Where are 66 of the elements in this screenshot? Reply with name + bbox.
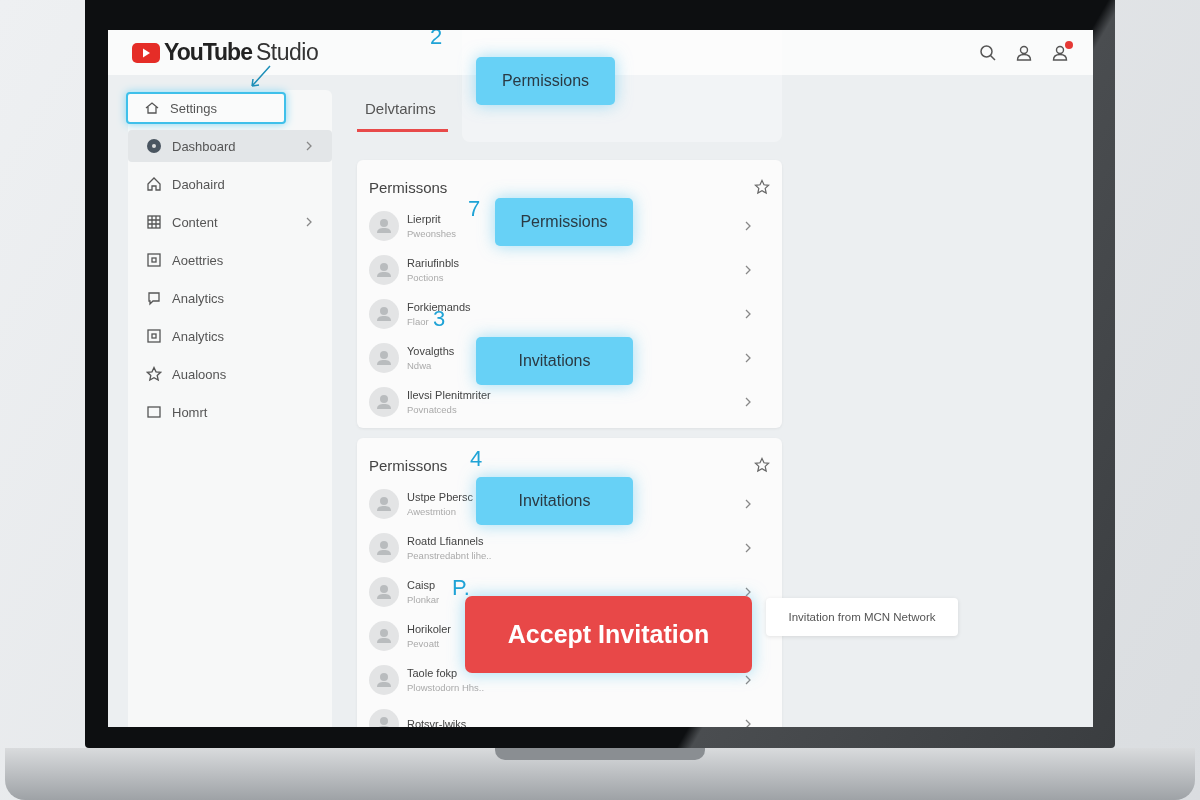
avatar-icon: [369, 621, 399, 651]
sidebar-item[interactable]: Homrt: [128, 396, 332, 428]
sidebar-item[interactable]: Dashboard: [128, 130, 332, 162]
row-subtitle: Ndwa: [407, 360, 432, 371]
disc-icon: [146, 138, 162, 154]
sidebar-item[interactable]: Analytics: [128, 320, 332, 352]
step-number: 4: [470, 446, 483, 472]
avatar-icon: [369, 489, 399, 519]
sidebar-item[interactable]: Settings: [126, 92, 286, 124]
avatar-icon: [369, 211, 399, 241]
frame-icon: [146, 328, 162, 344]
row-subtitle: Flaor: [407, 316, 429, 327]
row-title: Caisp: [407, 579, 436, 591]
tab[interactable]: Delvtarims: [357, 100, 448, 132]
search-icon[interactable]: [979, 43, 997, 62]
row-subtitle: Awestmtion: [407, 506, 456, 517]
row-subtitle: Plowstodorn Hhs..: [407, 682, 485, 693]
sidebar-item[interactable]: Aualoons: [128, 358, 332, 390]
step-number: 7: [468, 196, 481, 222]
user-icon[interactable]: [1015, 43, 1033, 62]
callout-button[interactable]: Permissions: [476, 57, 615, 105]
tooltip: Invitation from MCN Network: [766, 598, 958, 636]
avatar-icon: [369, 533, 399, 563]
logo-text: YouTube: [164, 39, 252, 66]
avatar-icon: [369, 255, 399, 285]
row-title: Horikoler: [407, 623, 451, 635]
row-subtitle: Pevoatt: [407, 638, 440, 649]
callout-button[interactable]: Permissions: [495, 198, 633, 246]
row-title: Taole fokp: [407, 667, 458, 679]
row-title: Roatd Lfiannels: [407, 535, 484, 547]
sidebar-item[interactable]: Content: [128, 206, 332, 238]
avatar-icon: [369, 577, 399, 607]
avatar-icon: [369, 665, 399, 695]
star-icon[interactable]: [754, 457, 770, 473]
chat-icon: [146, 290, 162, 306]
row-subtitle: Poctions: [407, 272, 444, 283]
card-title: Permissons: [369, 456, 448, 474]
accept-button[interactable]: Accept Invitation: [465, 596, 752, 673]
row-subtitle: Peanstredabnt lihe..: [407, 550, 492, 561]
row-subtitle: Pweonshes: [407, 228, 457, 239]
row-subtitle: Povnatceds: [407, 404, 457, 415]
row-title: Rariufinbls: [407, 257, 459, 269]
row-title: Ilevsi Plenitmriter: [407, 389, 491, 401]
square-icon: [146, 404, 162, 420]
grid-icon: [146, 214, 162, 230]
card-title: Permissons: [369, 178, 448, 196]
avatar-icon: [369, 299, 399, 329]
logo-suffix: Studio: [255, 39, 319, 66]
sidebar-item[interactable]: Daohaird: [128, 168, 332, 200]
star-icon[interactable]: [754, 179, 770, 195]
row-title: Ustpe Pbersc: [407, 491, 474, 503]
row-title: Yovalgths: [407, 345, 455, 357]
star-icon: [146, 366, 162, 382]
row-subtitle: Plonkar: [407, 594, 440, 605]
row-title: Lierprit: [407, 213, 441, 225]
house-icon: [144, 100, 160, 116]
play-logo-icon: [132, 42, 160, 63]
frame-icon: [146, 252, 162, 268]
sidebar-item[interactable]: Analytics: [128, 282, 332, 314]
sidebar-item[interactable]: Aoettries: [128, 244, 332, 276]
callout-button[interactable]: Invitations: [476, 337, 633, 385]
pointer-arrow: [248, 64, 274, 90]
callout-button[interactable]: Invitations: [476, 477, 633, 525]
house-icon: [146, 176, 162, 192]
avatar-icon: [369, 343, 399, 373]
avatar-icon: [369, 387, 399, 417]
